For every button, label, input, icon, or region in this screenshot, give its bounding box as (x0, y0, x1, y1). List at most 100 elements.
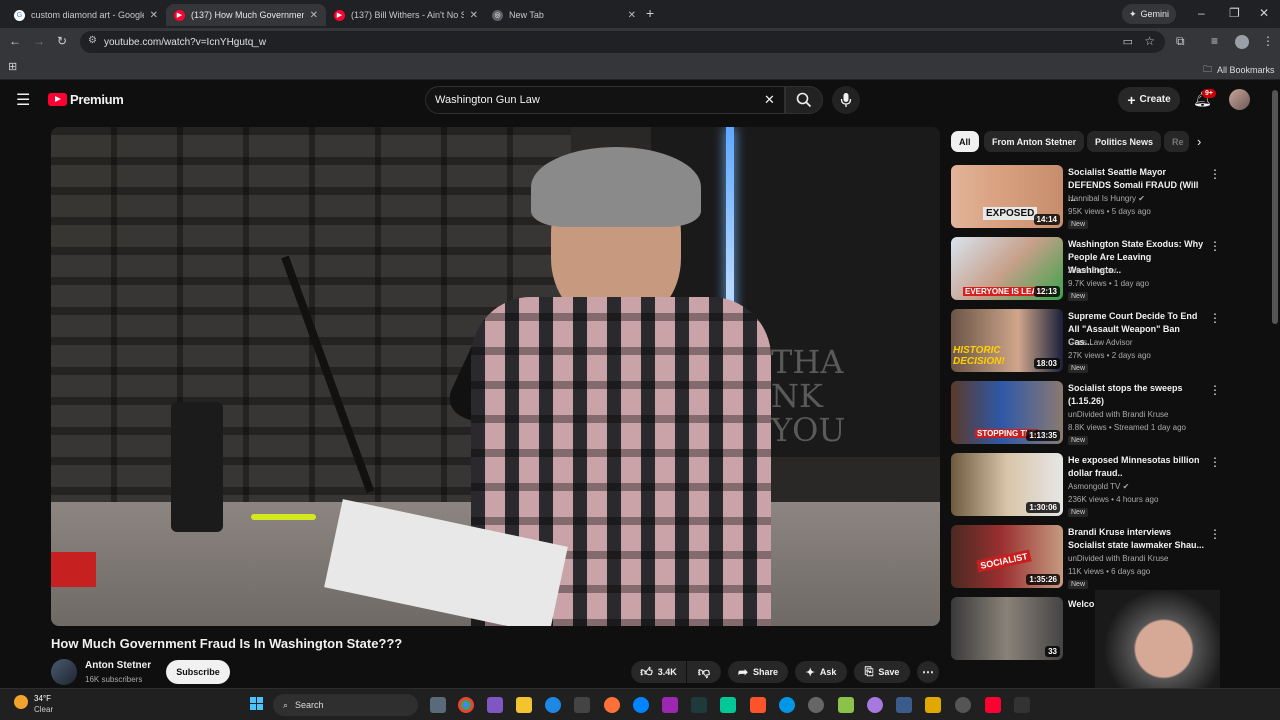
app-icon-cursor[interactable] (1014, 697, 1030, 713)
close-tab-icon[interactable]: ✕ (150, 10, 158, 21)
video-thumbnail[interactable]: HISTORIC DECISION! 18:03 (951, 309, 1063, 372)
dislike-button[interactable]: 👎︎ (687, 661, 721, 683)
thumb-caption: HISTORIC DECISION! (953, 345, 1005, 367)
video-thumbnail[interactable]: EXPOSED 14:14 (951, 165, 1063, 228)
save-button[interactable]: ⎘ Save (854, 661, 910, 683)
rec-meta: 11K views • 6 days ago (1068, 567, 1151, 576)
more-vertical-icon[interactable]: ⋮ (1209, 311, 1221, 325)
gemini-button[interactable]: ✦ Gemini (1122, 4, 1176, 24)
back-icon[interactable]: ← (9, 34, 21, 48)
clear-search-icon[interactable]: ✕ (764, 92, 775, 108)
recommendation-0[interactable]: EXPOSED 14:14 Socialist Seattle Mayor DE… (951, 165, 1221, 229)
more-actions-button[interactable]: ⋯ (917, 661, 939, 683)
chip-politics-news[interactable]: Politics News (1087, 131, 1162, 152)
subscribe-button[interactable]: Subscribe (166, 660, 230, 684)
profile-avatar[interactable] (1235, 35, 1249, 49)
video-thumbnail[interactable]: 1:30:06 (951, 453, 1063, 516)
site-info-icon[interactable]: ⚙ (88, 35, 97, 46)
recommendation-1[interactable]: EVERYONE IS LEAV 12:13 Washington State … (951, 237, 1221, 301)
app-icon-yellow[interactable] (925, 697, 941, 713)
search-input[interactable]: Washington Gun Law ✕ (425, 86, 785, 114)
video-thumbnail[interactable]: 33 (951, 597, 1063, 660)
maximize-icon[interactable]: ❐ (1229, 6, 1240, 20)
voice-search-button[interactable] (832, 86, 860, 114)
app-icon-purple[interactable] (867, 697, 883, 713)
reload-icon[interactable]: ↻ (57, 34, 67, 48)
channel-avatar[interactable] (51, 659, 77, 685)
recommendation-3[interactable]: STOPPING THE 1:13:35 Socialist stops the… (951, 381, 1221, 445)
app-icon-waveform[interactable] (691, 697, 707, 713)
user-avatar[interactable] (1229, 89, 1250, 110)
chrome-taskbar-icon[interactable] (458, 697, 474, 713)
more-vertical-icon[interactable]: ⋮ (1209, 239, 1221, 253)
browser-tab-3[interactable]: ◎ New Tab ✕ (484, 4, 644, 26)
browser-tab-0[interactable]: G custom diamond art - Google S ✕ (6, 4, 166, 26)
app-icon-green[interactable] (720, 697, 736, 713)
apps-grid-icon[interactable]: ⊞ (8, 60, 17, 73)
minimize-icon[interactable]: – (1198, 6, 1205, 20)
bookmark-star-icon[interactable]: ☆ (1144, 34, 1155, 48)
video-thumbnail[interactable]: SOCIALIST 1:35:26 (951, 525, 1063, 588)
video-thumbnail[interactable]: EVERYONE IS LEAV 12:13 (951, 237, 1063, 300)
rec-channel: Asmongold TV ✔︎ (1068, 482, 1130, 491)
youtube-taskbar-icon[interactable] (985, 697, 1001, 713)
new-badge: New (1068, 220, 1089, 229)
close-tab-icon[interactable]: ✕ (470, 10, 478, 21)
edge-icon[interactable] (545, 697, 561, 713)
recommendation-5[interactable]: SOCIALIST 1:35:26 Brandi Kruse interview… (951, 525, 1221, 589)
more-vertical-icon[interactable]: ⋮ (1209, 527, 1221, 541)
cast-icon[interactable]: ▭ (1123, 35, 1133, 48)
windows-start-icon[interactable] (250, 697, 264, 711)
task-view-icon[interactable] (430, 697, 446, 713)
more-vertical-icon[interactable]: ⋮ (1209, 383, 1221, 397)
weather-temp[interactable]: 34°F (34, 694, 51, 703)
chrome-menu-icon[interactable]: ⋮ (1262, 34, 1274, 48)
app-icon-blue[interactable] (779, 697, 795, 713)
brave-icon[interactable] (750, 697, 766, 713)
all-bookmarks-button[interactable]: 🗀 All Bookmarks (1203, 62, 1275, 78)
duration-badge: 14:14 (1033, 214, 1060, 225)
chip-all[interactable]: All (951, 131, 979, 152)
recommendation-4[interactable]: 1:30:06 He exposed Minnesotas billion do… (951, 453, 1221, 517)
messenger-icon[interactable] (633, 697, 649, 713)
browser-tab-1[interactable]: ▶ (137) How Much Government F ✕ (166, 4, 326, 26)
forward-icon[interactable]: → (33, 34, 45, 48)
tab-search-icon[interactable]: ≡ (1211, 34, 1218, 48)
firefox-icon[interactable] (604, 697, 620, 713)
store-icon[interactable] (574, 697, 590, 713)
more-vertical-icon[interactable]: ⋮ (1209, 167, 1221, 181)
like-button[interactable]: 👍︎ 3.4K (631, 661, 686, 683)
create-button[interactable]: + Create (1118, 87, 1180, 112)
new-tab-button[interactable]: + (646, 5, 654, 21)
close-tab-icon[interactable]: ✕ (310, 10, 318, 21)
extensions-icon[interactable]: ⧉ (1176, 34, 1185, 49)
ask-button[interactable]: ✦ Ask (795, 661, 847, 683)
search-button[interactable] (785, 86, 823, 114)
video-thumbnail[interactable]: STOPPING THE 1:13:35 (951, 381, 1063, 444)
chip-truncated[interactable]: Re (1164, 131, 1189, 152)
more-vertical-icon[interactable]: ⋮ (1209, 455, 1221, 469)
share-button[interactable]: ➦ Share (728, 661, 788, 683)
recommendation-2[interactable]: HISTORIC DECISION! 18:03 Supreme Court D… (951, 309, 1221, 373)
youtube-logo[interactable]: Premium (48, 92, 124, 107)
hamburger-menu-icon[interactable]: ☰ (16, 90, 30, 110)
close-tab-icon[interactable]: ✕ (628, 10, 636, 21)
page-scrollbar[interactable] (1272, 90, 1278, 324)
channel-name[interactable]: Anton Stetner (85, 660, 151, 671)
address-bar[interactable]: ⚙ youtube.com/watch?v=IcnYHgutq_w ▭ ☆ (80, 31, 1165, 53)
duration-badge: 1:13:35 (1026, 430, 1060, 441)
taskbar-search-box[interactable]: ⌕ Search (273, 694, 418, 716)
chevron-right-icon[interactable]: › (1197, 134, 1201, 149)
app-icon-navy[interactable] (896, 697, 912, 713)
close-window-icon[interactable]: ✕ (1259, 6, 1269, 20)
copilot-icon[interactable] (487, 697, 503, 713)
rec-meta: 236K views • 4 hours ago (1068, 495, 1159, 504)
browser-tab-2[interactable]: ▶ (137) Bill Withers - Ain't No Sun ✕ (326, 4, 486, 26)
app-icon-dark[interactable] (955, 697, 971, 713)
file-explorer-icon[interactable] (516, 697, 532, 713)
app-icon-lime[interactable] (838, 697, 854, 713)
app-icon-p[interactable] (662, 697, 678, 713)
app-icon-gray[interactable] (808, 697, 824, 713)
video-player[interactable]: THA NK YOU (51, 127, 940, 626)
chip-from-channel[interactable]: From Anton Stetner (984, 131, 1085, 152)
